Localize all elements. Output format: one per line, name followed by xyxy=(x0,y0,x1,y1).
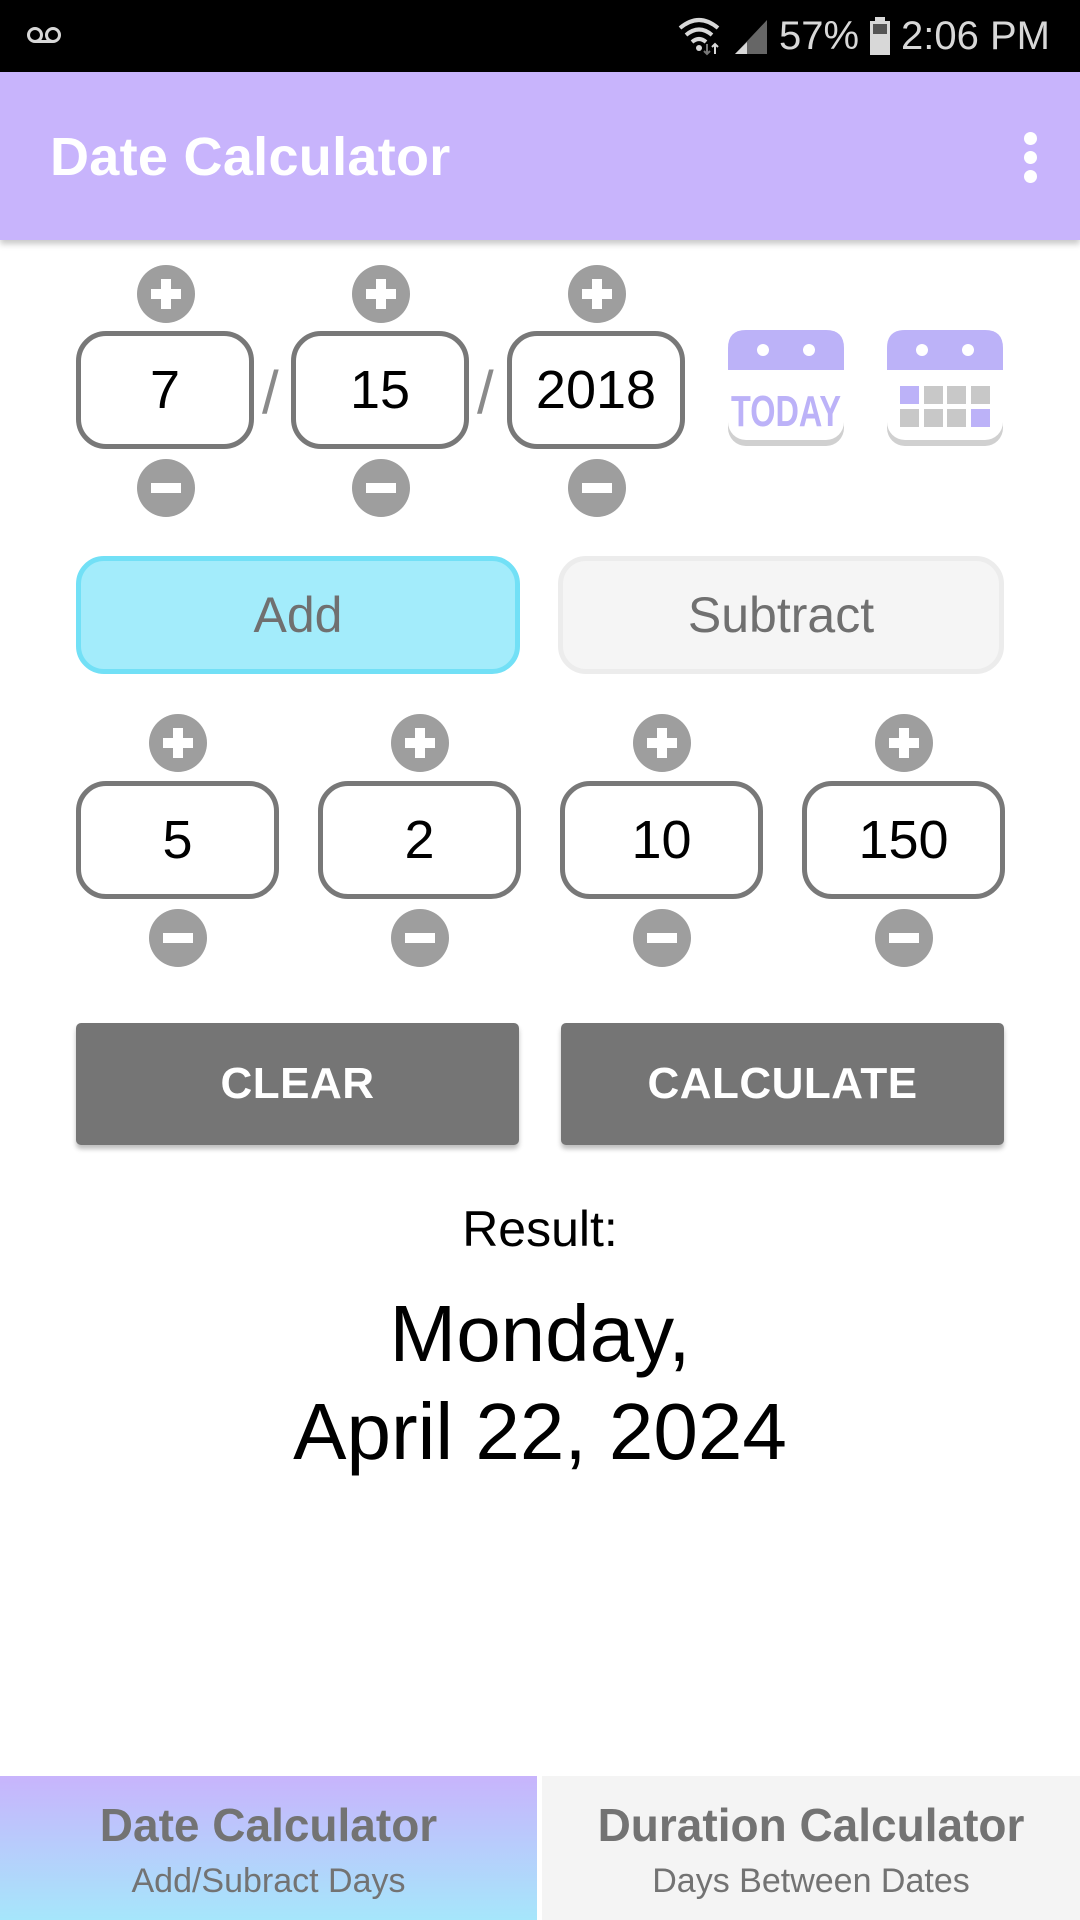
today-icon-text: TODAY xyxy=(731,387,841,436)
offset-1-increment-button[interactable] xyxy=(149,714,207,772)
offset-input[interactable]: 10 xyxy=(560,781,763,899)
battery-percent: 57% xyxy=(778,13,860,58)
voicemail-icon xyxy=(27,27,61,43)
status-bar: 57% 2:06 PM xyxy=(0,0,1080,72)
offset-3-increment-button[interactable] xyxy=(633,714,691,772)
tab-subtitle: Days Between Dates xyxy=(652,1862,970,1900)
offset-4-increment-button[interactable] xyxy=(875,714,933,772)
tab-title: Date Calculator xyxy=(99,1799,438,1851)
offset-2-decrement-button[interactable] xyxy=(391,909,449,967)
offset-4-decrement-button[interactable] xyxy=(875,909,933,967)
calendar-picker-icon xyxy=(887,330,1003,446)
offset-2-increment-button[interactable] xyxy=(391,714,449,772)
year-increment-button[interactable] xyxy=(568,265,626,323)
day-input[interactable]: 15 xyxy=(291,331,469,449)
result-value: Monday, April 22, 2024 xyxy=(0,1285,1080,1481)
day-decrement-button[interactable] xyxy=(352,459,410,517)
day-increment-button[interactable] xyxy=(352,265,410,323)
tab-subtitle: Add/Subract Days xyxy=(131,1862,406,1900)
year-input[interactable]: 2018 xyxy=(507,331,685,449)
calendar-today-icon: TODAY xyxy=(728,330,844,446)
offset-input[interactable]: 150 xyxy=(802,781,1005,899)
clear-button[interactable]: CLEAR xyxy=(76,1023,519,1145)
date-separator: / xyxy=(262,359,279,426)
tab-title: Duration Calculator xyxy=(597,1799,1025,1851)
app-bar: Date Calculator xyxy=(0,72,1080,240)
subtract-mode-button[interactable]: Subtract xyxy=(558,556,1004,674)
result-date: April 22, 2024 xyxy=(293,1387,787,1476)
month-input[interactable]: 7 xyxy=(76,331,254,449)
calendar-picker-button[interactable] xyxy=(886,330,1004,448)
date-separator: / xyxy=(477,359,494,426)
signal-icon xyxy=(734,20,767,54)
offset-1-decrement-button[interactable] xyxy=(149,909,207,967)
add-mode-button[interactable]: Add xyxy=(76,556,520,674)
year-decrement-button[interactable] xyxy=(568,459,626,517)
today-button[interactable]: TODAY xyxy=(727,330,845,448)
offset-input[interactable]: 2 xyxy=(318,781,521,899)
result-weekday: Monday, xyxy=(389,1289,691,1378)
battery-icon xyxy=(870,17,891,55)
tab-date-calculator[interactable]: Date Calculator Add/Subract Days xyxy=(0,1776,537,1920)
tab-duration-calculator[interactable]: Duration Calculator Days Between Dates xyxy=(542,1776,1080,1920)
more-vert-icon[interactable] xyxy=(1018,132,1042,184)
wifi-icon xyxy=(678,18,720,56)
bottom-nav: Date Calculator Add/Subract Days Duratio… xyxy=(0,1776,1080,1920)
offset-3-decrement-button[interactable] xyxy=(633,909,691,967)
month-increment-button[interactable] xyxy=(137,265,195,323)
calculate-button[interactable]: CALCULATE xyxy=(561,1023,1004,1145)
app-title: Date Calculator xyxy=(50,127,451,187)
month-decrement-button[interactable] xyxy=(137,459,195,517)
result-label: Result: xyxy=(462,1201,618,1257)
offset-input[interactable]: 5 xyxy=(76,781,279,899)
clock: 2:06 PM xyxy=(901,13,1050,58)
